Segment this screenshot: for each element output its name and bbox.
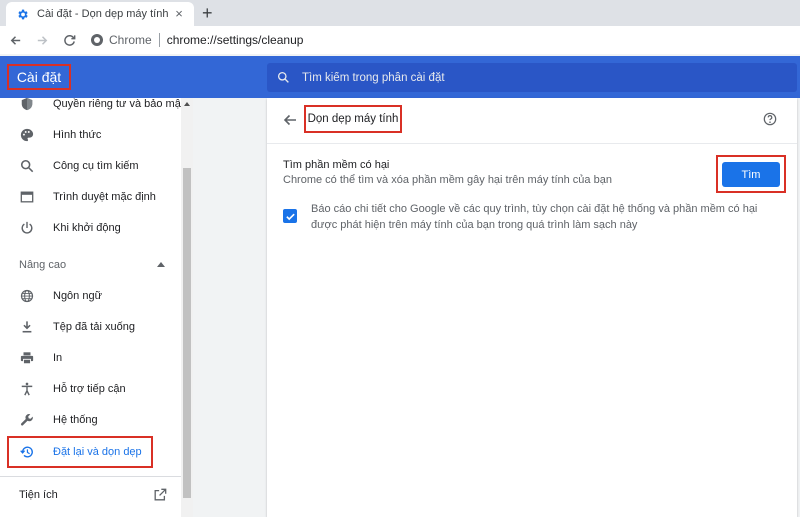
- cleanup-card: Dọn dẹp máy tính Tìm phần mềm có hại Chr…: [267, 98, 797, 517]
- sidebar-item-print[interactable]: In: [0, 342, 181, 373]
- sidebar-divider: [0, 476, 181, 477]
- settings-search[interactable]: [267, 63, 797, 92]
- back-button[interactable]: [3, 28, 27, 52]
- sidebar-item-label: Hệ thống: [53, 413, 98, 426]
- search-input[interactable]: [302, 71, 772, 84]
- forward-button[interactable]: [30, 28, 54, 52]
- search-icon: [277, 71, 289, 83]
- sidebar-item-label: Ngôn ngữ: [53, 289, 102, 302]
- report-checkbox[interactable]: [283, 209, 297, 223]
- new-tab-button[interactable]: +: [202, 3, 213, 23]
- sidebar-item-appearance[interactable]: Hình thức: [0, 119, 181, 150]
- sidebar-item-label: Tiện ích: [19, 489, 58, 501]
- scrollbar-thumb[interactable]: [183, 168, 191, 498]
- sidebar-item-search-engine[interactable]: Công cụ tìm kiếm: [0, 150, 181, 181]
- shield-icon: [20, 97, 34, 111]
- printer-icon: [20, 351, 34, 365]
- reload-button[interactable]: [57, 28, 81, 52]
- card-header: Dọn dẹp máy tính: [267, 98, 797, 144]
- gear-icon: [15, 7, 29, 21]
- find-button-highlight: Tìm: [716, 155, 786, 193]
- sidebar-scrollbar[interactable]: [181, 98, 193, 517]
- browser-tab[interactable]: Cài đặt - Dọn dẹp máy tính ×: [6, 2, 194, 26]
- section-description: Chrome có thể tìm và xóa phần mềm gây hạ…: [283, 174, 612, 186]
- sidebar-item-label: Hỗ trợ tiếp cận: [53, 382, 126, 395]
- chrome-site-icon: [91, 34, 103, 46]
- sidebar-item-on-startup[interactable]: Khi khởi động: [0, 212, 181, 243]
- header-title: Cài đặt: [16, 69, 62, 85]
- checkmark-icon: [285, 213, 295, 220]
- sidebar: Quyền riêng tư và bảo mật Hình thức Công…: [0, 97, 193, 517]
- sidebar-item-label: Tệp đã tải xuống: [53, 320, 135, 333]
- active-item-highlight: [7, 436, 153, 468]
- sidebar-item-label: Công cụ tìm kiếm: [53, 159, 139, 172]
- sidebar-item-system[interactable]: Hệ thống: [0, 404, 181, 435]
- arrow-right-icon: [37, 35, 47, 45]
- tab-title: Cài đặt - Dọn dẹp máy tính: [37, 8, 169, 20]
- browser-toolbar: Chrome chrome://settings/cleanup: [0, 26, 800, 54]
- sidebar-item-extensions[interactable]: Tiện ích: [0, 479, 181, 511]
- tab-close-icon[interactable]: ×: [172, 7, 186, 21]
- report-checkbox-label: Báo cáo chi tiết cho Google về các quy t…: [311, 203, 758, 231]
- globe-icon: [20, 289, 34, 303]
- sidebar-item-downloads[interactable]: Tệp đã tải xuống: [0, 311, 181, 342]
- sidebar-item-privacy[interactable]: Quyền riêng tư và bảo mật: [0, 88, 184, 119]
- sidebar-item-label: Khi khởi động: [53, 221, 121, 234]
- power-icon: [20, 221, 34, 235]
- sidebar-item-label: In: [53, 351, 63, 364]
- palette-icon: [20, 128, 34, 142]
- address-chip: Chrome: [109, 33, 152, 47]
- address-url: chrome://settings/cleanup: [166, 33, 304, 47]
- page-title-highlight: Dọn dẹp máy tính: [304, 105, 402, 133]
- chevron-up-icon: [157, 262, 165, 267]
- find-button[interactable]: Tìm: [722, 162, 780, 187]
- wrench-icon: [20, 413, 34, 427]
- sidebar-item-accessibility[interactable]: Hỗ trợ tiếp cận: [0, 373, 181, 404]
- advanced-section-label: Nâng cao: [19, 258, 67, 271]
- sidebar-item-default-browser[interactable]: Trình duyệt mặc định: [0, 181, 181, 212]
- back-arrow-icon[interactable]: [282, 112, 298, 128]
- open-in-new-icon: [153, 488, 167, 502]
- tab-strip: Cài đặt - Dọn dẹp máy tính × +: [0, 0, 800, 26]
- address-separator: [158, 33, 160, 47]
- arrow-left-icon: [10, 35, 20, 45]
- header-title-highlight: Cài đặt: [7, 64, 71, 90]
- accessibility-icon: [20, 382, 34, 396]
- address-bar[interactable]: Chrome chrome://settings/cleanup: [91, 29, 303, 51]
- download-icon: [20, 320, 34, 334]
- reload-icon: [63, 34, 75, 46]
- scroll-up-icon[interactable]: [184, 102, 190, 106]
- search-icon: [20, 159, 34, 173]
- help-icon[interactable]: [763, 112, 777, 126]
- sidebar-item-languages[interactable]: Ngôn ngữ: [0, 280, 181, 311]
- sidebar-item-label: Quyền riêng tư và bảo mật: [53, 97, 184, 110]
- section-title: Tìm phần mềm có hại: [283, 159, 390, 171]
- page-title: Dọn dẹp máy tính: [307, 113, 399, 125]
- sidebar-advanced-toggle[interactable]: Nâng cao: [0, 249, 181, 280]
- sidebar-item-label: Hình thức: [53, 128, 102, 141]
- browser-window-icon: [20, 190, 34, 204]
- sidebar-item-label: Trình duyệt mặc định: [53, 190, 156, 203]
